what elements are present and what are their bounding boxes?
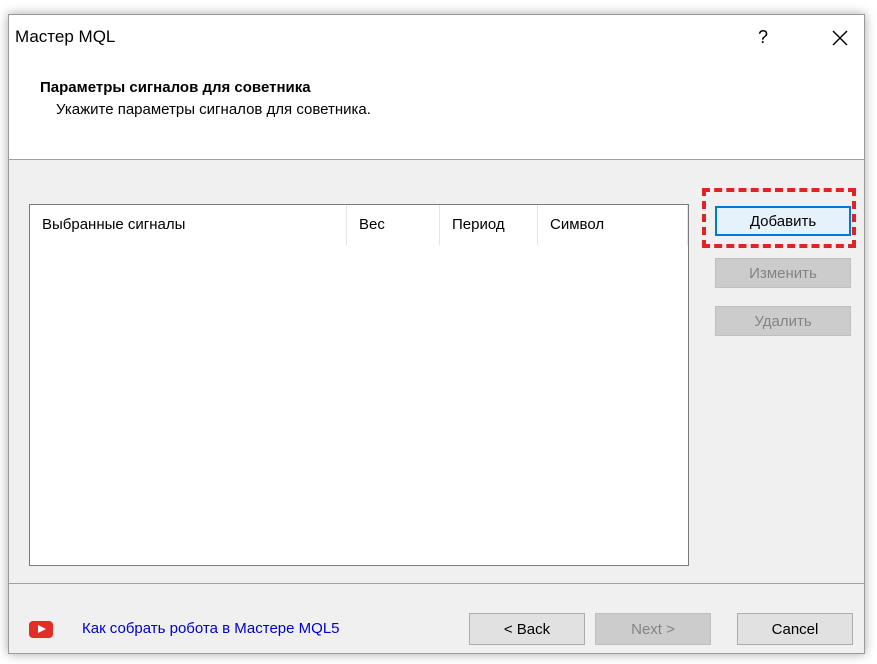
close-button[interactable]	[827, 25, 853, 51]
wizard-header: Параметры сигналов для советника Укажите…	[9, 59, 864, 160]
window-title: Мастер MQL	[15, 27, 116, 46]
help-button[interactable]: ?	[751, 23, 775, 51]
cancel-button[interactable]: Cancel	[737, 613, 853, 645]
column-header-weight[interactable]: Вес	[347, 205, 440, 245]
close-icon	[832, 30, 848, 46]
column-header-signals[interactable]: Выбранные сигналы	[30, 205, 347, 245]
next-button[interactable]: Next >	[595, 613, 711, 645]
highlight-annotation	[702, 188, 856, 248]
page-subtitle: Укажите параметры сигналов для советника…	[56, 101, 371, 118]
column-header-symbol[interactable]: Символ	[538, 205, 688, 245]
edit-button[interactable]: Изменить	[715, 258, 851, 288]
column-header-period[interactable]: Период	[440, 205, 538, 245]
mql-wizard-window: Мастер MQL ? Параметры сигналов для сове…	[8, 14, 865, 654]
page-title: Параметры сигналов для советника	[40, 79, 311, 96]
back-button[interactable]: < Back	[469, 613, 585, 645]
signals-list[interactable]: Выбранные сигналы Вес Период Символ	[29, 204, 689, 566]
video-tutorial-link[interactable]: Как собрать робота в Мастере MQL5	[82, 620, 340, 637]
title-bar: Мастер MQL ?	[9, 15, 864, 59]
youtube-icon[interactable]	[29, 621, 53, 638]
footer-separator	[9, 583, 864, 584]
delete-button[interactable]: Удалить	[715, 306, 851, 336]
